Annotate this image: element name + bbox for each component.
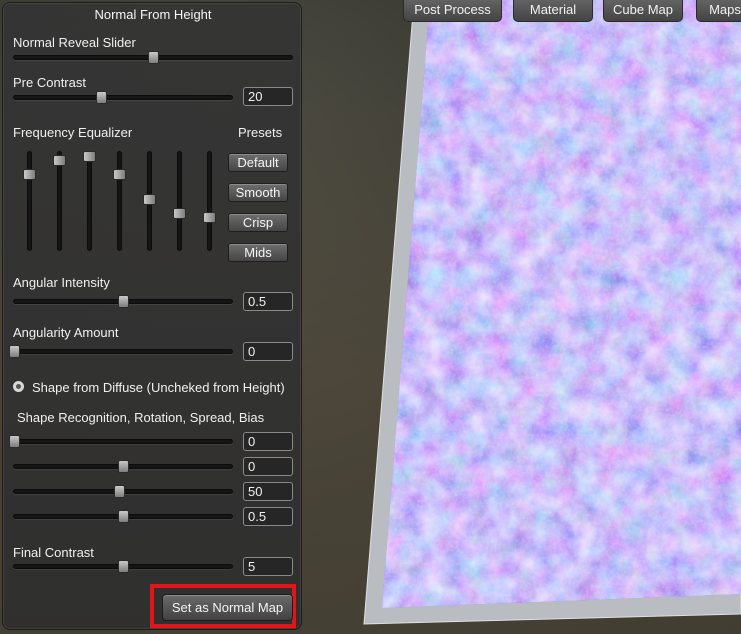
angularity-amount-label: Angularity Amount <box>13 325 119 340</box>
final-contrast-slider[interactable] <box>13 560 233 573</box>
final-contrast-label: Final Contrast <box>13 545 94 560</box>
radio-dot <box>16 384 21 389</box>
pre-contrast-slider[interactable] <box>13 91 233 104</box>
angularity-amount-field[interactable] <box>243 342 293 361</box>
preset-default-button[interactable]: Default <box>228 153 288 172</box>
eq-band-5[interactable] <box>143 151 156 251</box>
preset-smooth-button[interactable]: Smooth <box>228 183 288 202</box>
slider-thumb[interactable] <box>53 154 66 166</box>
slider-thumb[interactable] <box>118 460 129 473</box>
angularity-amount-slider[interactable] <box>9 345 233 358</box>
panel-title: Normal From Height <box>94 7 212 22</box>
tab-material[interactable]: Material <box>513 0 593 22</box>
pre-contrast-field[interactable] <box>243 87 293 106</box>
spread-field[interactable] <box>243 482 293 501</box>
tab-maps[interactable]: Maps <box>696 0 741 22</box>
preset-mids-button[interactable]: Mids <box>228 243 288 262</box>
rotation-slider[interactable] <box>13 460 233 473</box>
preset-crisp-button[interactable]: Crisp <box>228 213 288 232</box>
angular-intensity-field[interactable] <box>243 292 293 311</box>
tab-cube-map[interactable]: Cube Map <box>603 0 683 22</box>
eq-band-4[interactable] <box>113 151 126 251</box>
set-as-normal-map-button[interactable]: Set as Normal Map <box>162 594 293 621</box>
slider-thumb[interactable] <box>113 168 126 180</box>
slider-thumb[interactable] <box>113 485 125 498</box>
slider-thumb[interactable] <box>118 510 129 523</box>
spread-slider[interactable] <box>13 485 233 498</box>
slider-thumb[interactable] <box>23 168 36 180</box>
bias-field[interactable] <box>243 507 293 526</box>
slider-thumb[interactable] <box>9 345 20 358</box>
final-contrast-field[interactable] <box>243 557 293 576</box>
slider-thumb[interactable] <box>143 194 156 206</box>
slider-thumb[interactable] <box>173 207 186 219</box>
frequency-equalizer-label: Frequency Equalizer <box>13 125 133 140</box>
slider-thumb[interactable] <box>118 560 129 573</box>
eq-band-2[interactable] <box>53 151 66 251</box>
slider-thumb[interactable] <box>118 295 129 308</box>
rotation-field[interactable] <box>243 457 293 476</box>
tab-post-process[interactable]: Post Process <box>403 0 502 22</box>
angular-intensity-label: Angular Intensity <box>13 275 110 290</box>
slider-thumb[interactable] <box>203 211 216 223</box>
eq-band-6[interactable] <box>173 151 186 251</box>
shape-recognition-slider[interactable] <box>9 435 233 448</box>
shape-from-diffuse-radio[interactable] <box>12 380 25 393</box>
shape-recognition-field[interactable] <box>243 432 293 451</box>
slider-thumb[interactable] <box>83 150 96 162</box>
pre-contrast-label: Pre Contrast <box>13 75 86 90</box>
eq-band-1[interactable] <box>23 151 36 251</box>
slider-thumb[interactable] <box>148 51 159 64</box>
slider-thumb[interactable] <box>9 435 20 448</box>
angular-intensity-slider[interactable] <box>13 295 233 308</box>
slider-thumb[interactable] <box>96 91 108 104</box>
normal-reveal-slider[interactable] <box>13 51 293 64</box>
eq-band-7[interactable] <box>203 151 216 251</box>
shape-from-diffuse-label: Shape from Diffuse (Uncheked from Height… <box>32 380 285 395</box>
bias-slider[interactable] <box>13 510 233 523</box>
normal-reveal-label: Normal Reveal Slider <box>13 35 136 50</box>
shape-recognition-label: Shape Recognition, Rotation, Spread, Bia… <box>17 410 265 425</box>
eq-band-3[interactable] <box>83 150 96 251</box>
presets-label: Presets <box>238 125 283 140</box>
